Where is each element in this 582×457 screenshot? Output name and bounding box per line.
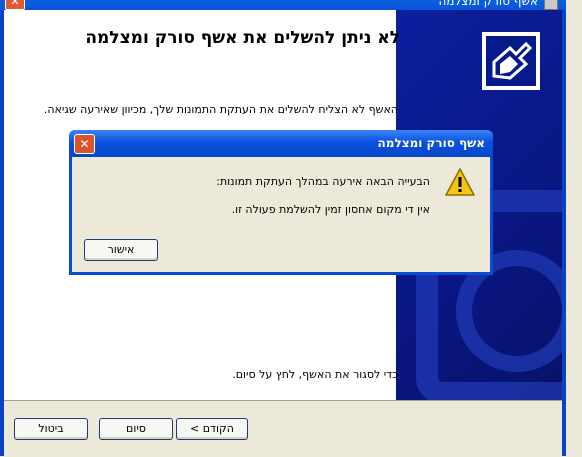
wizard-close-button[interactable]: ✕ <box>5 0 25 10</box>
dialog-message-line1: הבעייה הבאה אירעה במהלך העתקת תמונות: <box>216 175 430 188</box>
dialog-titlebar: ✕ אשף סורק ומצלמה <box>69 130 493 157</box>
wizard-error-text: האשף לא הצליח להשלים את העתקת התמונות של… <box>43 104 398 116</box>
warning-icon <box>444 167 476 197</box>
error-dialog: ✕ אשף סורק ומצלמה הבעייה הבאה אירעה במהל… <box>69 130 493 275</box>
wizard-window-title: אשף סורק ומצלמה <box>438 0 538 8</box>
dialog-body: הבעייה הבאה אירעה במהלך העתקת תמונות: אי… <box>72 157 490 272</box>
back-button[interactable]: < הקודם <box>176 418 248 440</box>
finish-button[interactable]: סיום <box>99 418 173 440</box>
wizard-titlebar: ✕ אשף סורק ומצלמה <box>0 0 566 10</box>
cancel-button[interactable]: ביטול <box>14 418 88 440</box>
dialog-close-button[interactable]: ✕ <box>74 134 95 154</box>
dialog-title: אשף סורק ומצלמה <box>377 136 485 150</box>
ok-button[interactable]: אישור <box>84 239 158 261</box>
dialog-message-line2: אין די מקום אחסון זמין להשלמת פעולה זו. <box>231 203 430 216</box>
window-frame-right <box>562 10 566 456</box>
wizard-heading: לא ניתן להשלים את אשף סורק ומצלמה <box>85 28 400 48</box>
camera-wizard-icon <box>544 0 558 10</box>
scanner-camera-logo-icon <box>482 32 540 90</box>
wizard-close-hint: כדי לסגור את האשף, לחץ על סיום. <box>232 368 398 381</box>
